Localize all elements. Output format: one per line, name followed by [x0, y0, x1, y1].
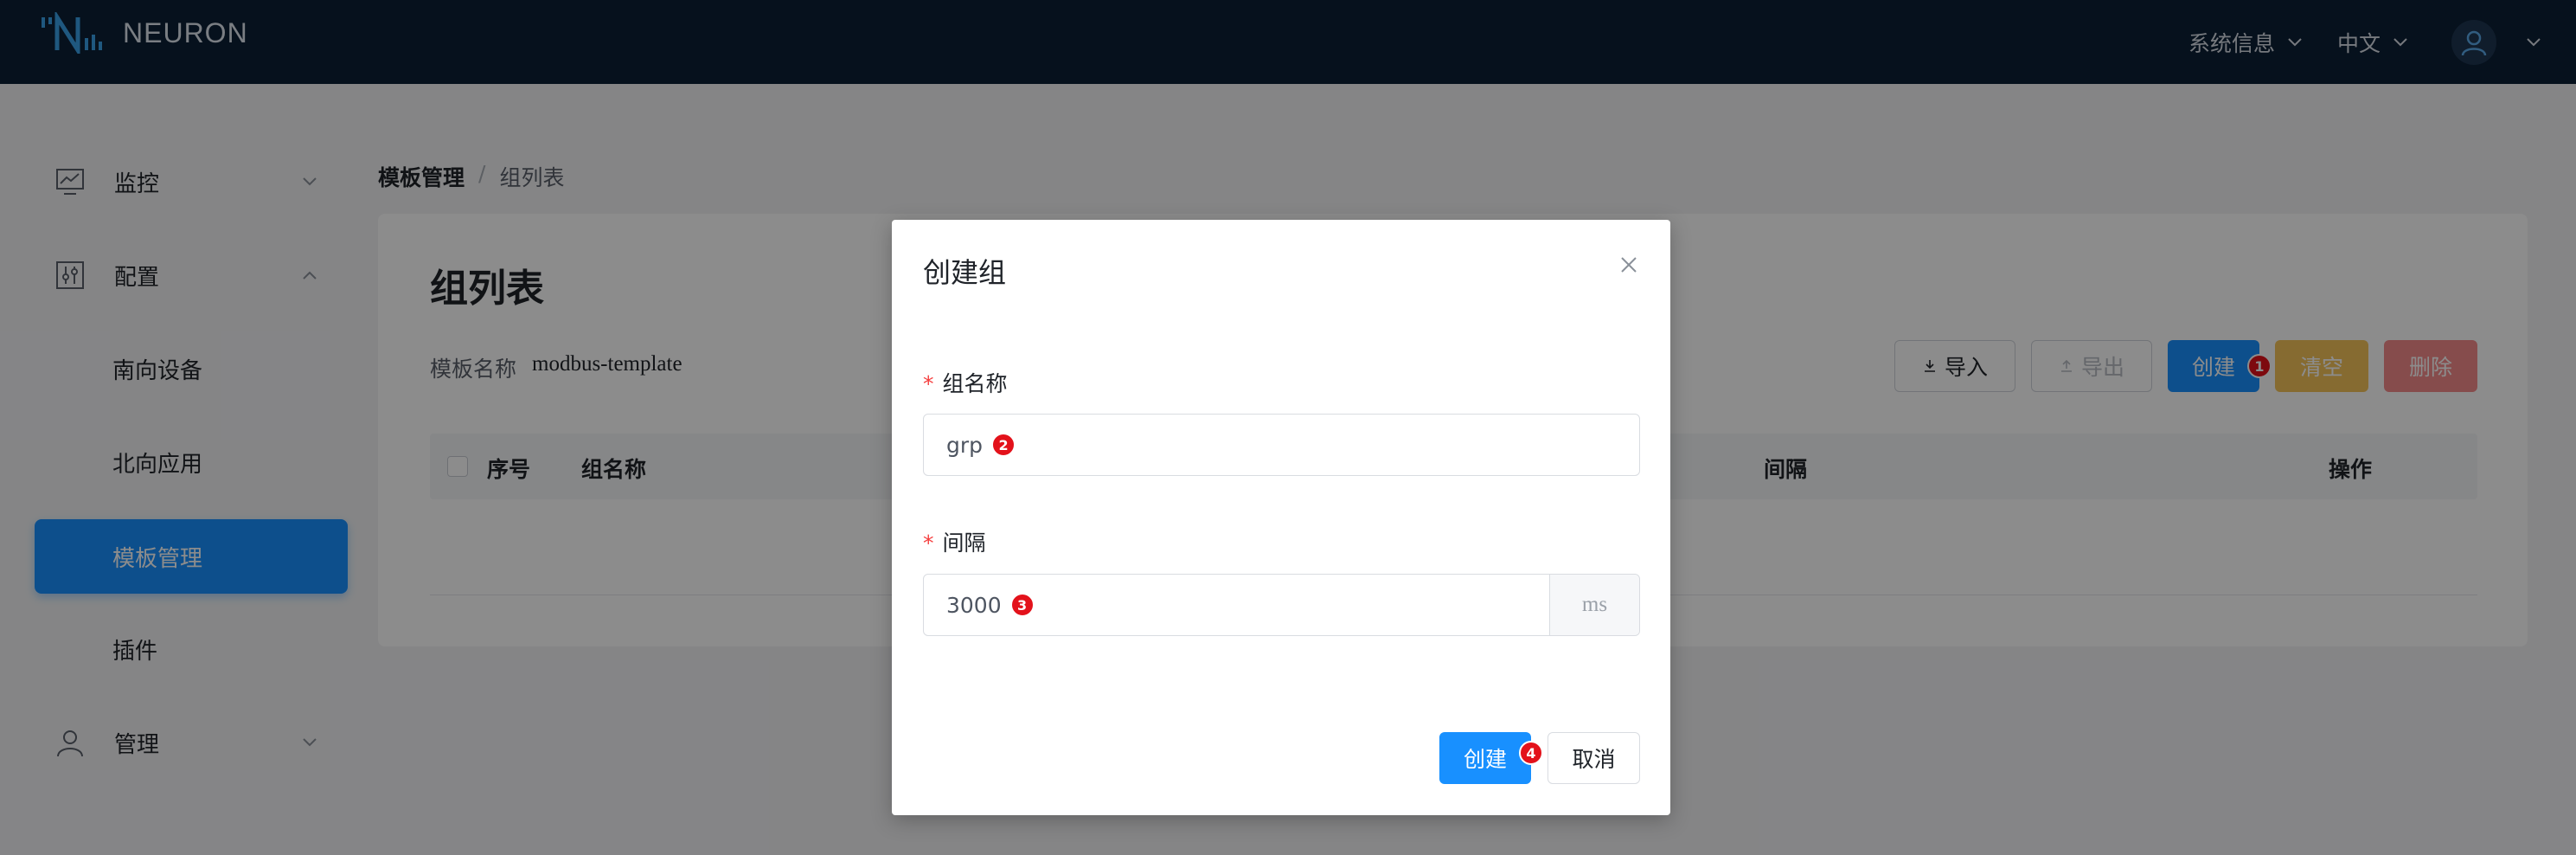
cancel-button[interactable]: 取消	[1548, 732, 1640, 784]
required-mark: *	[923, 530, 934, 556]
interval-unit: ms	[1549, 575, 1639, 635]
group-name-label-text: 组名称	[942, 371, 1008, 396]
interval-input[interactable]: 3000 3 ms	[923, 574, 1640, 636]
interval-label: * 间隔	[923, 526, 986, 557]
confirm-create-label: 创建	[1463, 747, 1507, 772]
step-badge: 4	[1519, 741, 1543, 765]
step-badge: 3	[1009, 593, 1035, 617]
close-icon[interactable]	[1618, 254, 1639, 275]
group-name-label: * 组名称	[923, 367, 1008, 398]
interval-value: 3000	[946, 592, 1002, 618]
required-mark: *	[923, 371, 934, 396]
group-name-input[interactable]: grp 2	[923, 414, 1640, 476]
group-name-value: grp	[946, 432, 984, 458]
confirm-create-button[interactable]: 创建 4	[1439, 732, 1543, 784]
cancel-label: 取消	[1572, 747, 1616, 772]
step-badge: 2	[991, 433, 1016, 457]
interval-label-text: 间隔	[942, 530, 986, 556]
dialog-title: 创建组	[923, 256, 1007, 289]
create-group-dialog: 创建组 * 组名称 grp 2 * 间隔 3000 3 ms 创建 4 取消	[892, 220, 1670, 815]
